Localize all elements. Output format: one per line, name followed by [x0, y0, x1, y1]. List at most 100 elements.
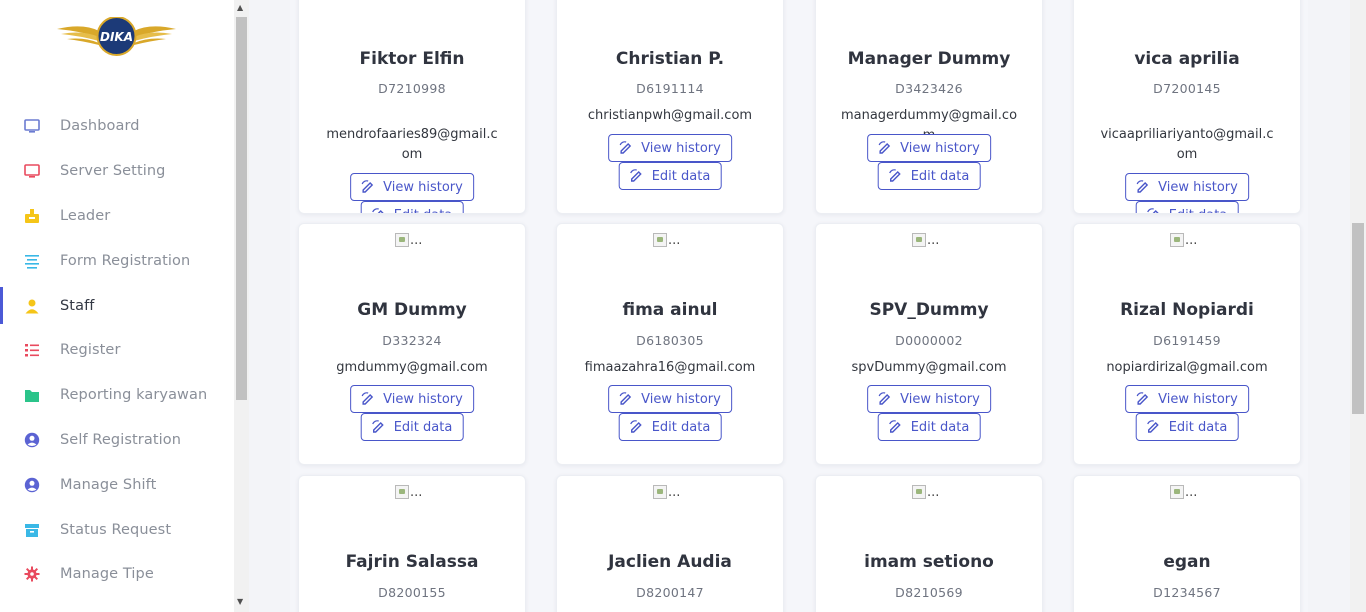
dika-logo[interactable]: DIKA: [53, 16, 180, 57]
sidebar-item-form-registration[interactable]: Form Registration: [0, 238, 234, 283]
staff-name: Fajrin Salassa: [345, 552, 479, 572]
edit-icon: [372, 208, 386, 213]
staff-card: ... imam setiono D8210569: [815, 475, 1043, 612]
history-icon: [878, 392, 892, 406]
image-alt-text: ...: [927, 485, 940, 500]
view-history-label: View history: [1158, 179, 1238, 195]
edit-data-button[interactable]: Edit data: [877, 413, 981, 441]
staff-card: Fiktor Elfin D7210998 mendrofaaries89@gmai…: [298, 0, 526, 214]
staff-code: D6191459: [1153, 333, 1221, 348]
page-scroll-thumb[interactable]: [1352, 223, 1364, 414]
folder-icon: [24, 387, 40, 403]
edit-data-button[interactable]: Edit data: [360, 201, 464, 214]
staff-code: D8210569: [895, 585, 963, 600]
edit-data-label: Edit data: [1168, 419, 1228, 435]
sidebar: DIKA Dashboard Server Setting Leader Form R…: [0, 0, 234, 612]
view-history-label: View history: [900, 140, 980, 156]
staff-code: D332324: [382, 333, 442, 348]
broken-image-icon: [395, 233, 409, 247]
view-history-button[interactable]: View history: [867, 385, 991, 413]
view-history-button[interactable]: View history: [1125, 173, 1249, 201]
sidebar-item-manage-tipe[interactable]: Manage Tipe: [0, 552, 234, 597]
sidebar-nav: Dashboard Server Setting Leader Form Regist…: [0, 104, 234, 597]
staff-name: Christian P.: [615, 49, 725, 69]
view-history-button[interactable]: View history: [1125, 385, 1249, 413]
staff-photo: ...: [1170, 233, 1197, 248]
staff-card: ... SPV_Dummy D0000002 spvDummy@gmail.com Vi…: [815, 223, 1043, 465]
edit-icon: [372, 420, 386, 434]
edit-data-button[interactable]: Edit data: [1135, 201, 1239, 213]
scroll-up-icon[interactable]: ▲: [237, 4, 243, 12]
view-history-button[interactable]: View history: [867, 134, 991, 162]
image-alt-text: ...: [927, 233, 940, 248]
staff-card: ... GM Dummy D332324 gmdummy@gmail.com View …: [298, 223, 526, 465]
edit-icon: [630, 420, 644, 434]
sidebar-item-status-request[interactable]: Status Request: [0, 507, 234, 552]
staff-email: nopiardirizal@gmail.com: [1106, 360, 1268, 375]
edit-data-button[interactable]: Edit data: [618, 413, 722, 441]
edit-icon: [630, 169, 644, 183]
sidebar-item-register[interactable]: Register: [0, 328, 234, 373]
sidebar-item-reporting-karyawan[interactable]: Reporting karyawan: [0, 373, 234, 418]
main-content: Fiktor Elfin D7210998 mendrofaaries89@gmai…: [249, 0, 1350, 612]
staff-card: ... egan D1234567: [1073, 475, 1301, 612]
sidebar-scrollbar[interactable]: ▲ ▼: [234, 0, 249, 612]
edit-data-label: Edit data: [394, 208, 453, 214]
staff-name: Rizal Nopiardi: [1120, 300, 1254, 320]
sidebar-item-label: Dashboard: [60, 118, 140, 135]
edit-data-button[interactable]: Edit data: [360, 413, 464, 441]
staff-grid-panel: Fiktor Elfin D7210998 mendrofaaries89@gmai…: [290, 0, 1308, 612]
page-scrollbar[interactable]: [1350, 0, 1366, 612]
gear-icon: [24, 566, 40, 582]
align-icon: [24, 253, 40, 269]
staff-email: christianpwh@gmail.com: [587, 108, 753, 123]
history-icon: [619, 392, 633, 406]
broken-image-icon: [1170, 485, 1184, 499]
staff-code: D8200155: [378, 585, 446, 600]
view-history-label: View history: [641, 391, 721, 407]
view-history-button[interactable]: View history: [608, 134, 732, 162]
image-alt-text: ...: [668, 485, 681, 500]
view-history-label: View history: [641, 140, 721, 156]
edit-data-label: Edit data: [910, 419, 970, 435]
view-history-button[interactable]: View history: [608, 385, 732, 413]
staff-code: D6180305: [636, 333, 704, 348]
staff-code: D7200145: [1153, 81, 1221, 96]
sidebar-item-label: Leader: [60, 207, 111, 224]
view-history-button[interactable]: View history: [350, 385, 474, 413]
staff-card: Christian P. D6191114 christianpwh@gmail.c…: [556, 0, 784, 214]
history-icon: [619, 141, 633, 155]
user-icon: [24, 298, 40, 314]
edit-icon: [889, 169, 903, 183]
staff-email: vicaapriliariyanto@gmail.com: [1100, 127, 1274, 162]
staff-photo: ...: [653, 485, 680, 500]
staff-code: D7210998: [378, 81, 446, 96]
edit-data-label: Edit data: [651, 419, 711, 435]
sidebar-item-dashboard[interactable]: Dashboard: [0, 104, 234, 149]
sidebar-scroll-thumb[interactable]: [236, 17, 247, 400]
view-history-button[interactable]: View history: [350, 173, 474, 201]
sidebar-item-leader[interactable]: Leader: [0, 194, 234, 239]
sidebar-item-staff[interactable]: Staff: [0, 283, 234, 328]
sidebar-item-manage-shift[interactable]: Manage Shift: [0, 462, 234, 507]
history-icon: [1136, 180, 1150, 194]
staff-photo: ...: [395, 485, 422, 500]
edit-data-label: Edit data: [393, 419, 453, 435]
edit-icon: [1147, 420, 1161, 434]
edit-data-button[interactable]: Edit data: [618, 162, 722, 190]
image-alt-text: ...: [410, 485, 423, 500]
staff-email: fimaazahra16@gmail.com: [584, 360, 756, 375]
sidebar-item-label: Form Registration: [60, 252, 191, 269]
sidebar-item-server-setting[interactable]: Server Setting: [0, 149, 234, 194]
edit-data-button[interactable]: Edit data: [1135, 413, 1239, 441]
sidebar-item-label: Status Request: [60, 521, 172, 538]
sidebar-item-self-registration[interactable]: Self Registration: [0, 418, 234, 463]
sidebar-item-label: Manage Shift: [60, 476, 157, 493]
scroll-down-icon[interactable]: ▼: [237, 598, 243, 606]
staff-code: D6191114: [636, 81, 704, 96]
staff-card: ... fima ainul D6180305 fimaazahra16@gmail.…: [556, 223, 784, 465]
list-icon: [24, 342, 40, 358]
broken-image-icon: [912, 233, 926, 247]
staff-name: SPV_Dummy: [869, 300, 989, 320]
edit-data-button[interactable]: Edit data: [877, 162, 981, 190]
